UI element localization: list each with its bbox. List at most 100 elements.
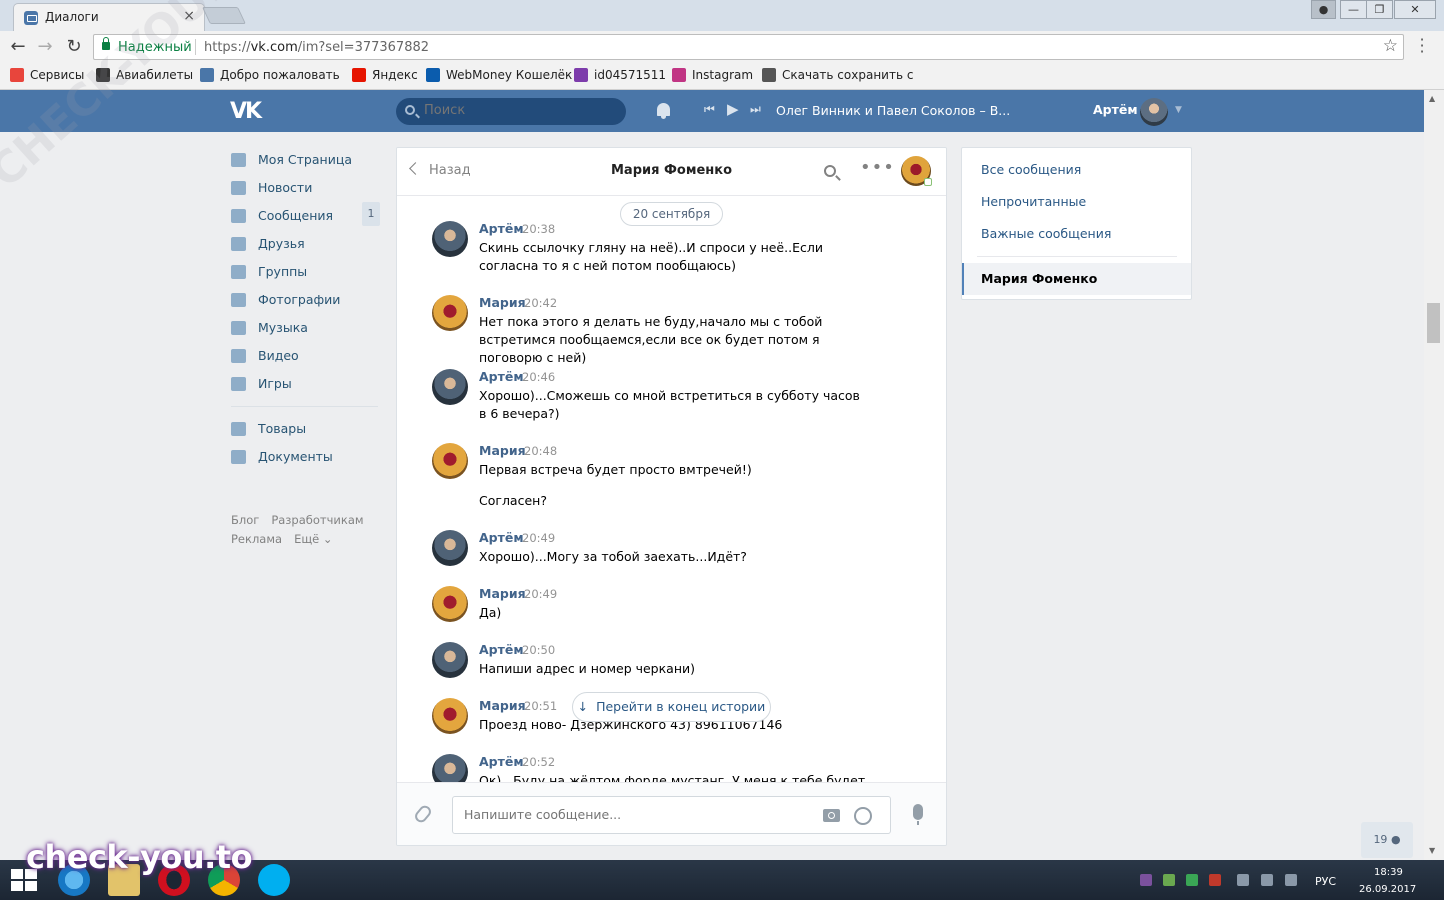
chrome-menu-icon[interactable]: · · · <box>1415 32 1429 60</box>
new-tab-button[interactable] <box>202 7 246 24</box>
sidebar-item[interactable]: Новости <box>231 178 383 206</box>
sidebar-item[interactable]: Игры <box>231 374 383 402</box>
tray-flag-icon[interactable] <box>1209 874 1221 886</box>
footer-link-ads[interactable]: Реклама <box>231 532 282 546</box>
sidebar-item[interactable]: Документы <box>231 447 383 475</box>
message-author[interactable]: Артём <box>479 369 524 384</box>
previous-track-icon[interactable]: ⏮ <box>704 102 715 117</box>
footer-link-developers[interactable]: Разработчикам <box>271 513 363 527</box>
message-author[interactable]: Артём <box>479 754 524 769</box>
bookmark-item[interactable]: WebMoney Кошелёк <box>426 68 572 82</box>
bookmark-item[interactable]: Добро пожаловать <box>200 68 340 82</box>
message-author[interactable]: Артём <box>479 642 524 657</box>
message-author[interactable]: Артём <box>479 221 524 236</box>
bookmark-item[interactable]: Instagram <box>672 68 753 82</box>
message-time[interactable]: 20:49 <box>522 531 555 545</box>
avatar[interactable] <box>432 586 468 622</box>
message-time[interactable]: 20:48 <box>524 444 557 458</box>
message-author[interactable]: Мария <box>479 586 526 601</box>
compose-field[interactable] <box>452 796 891 834</box>
forward-arrow-icon[interactable]: → <box>35 37 55 57</box>
search-input[interactable] <box>424 103 614 118</box>
footer-link-blog[interactable]: Блог <box>231 513 259 527</box>
tray-arrows-icon[interactable] <box>1237 874 1249 886</box>
avatar[interactable] <box>432 642 468 678</box>
page-scrollbar[interactable]: ▲ ▼ <box>1424 90 1444 860</box>
bookmark-item[interactable]: id04571511 <box>574 68 666 82</box>
filter-unread[interactable]: Непрочитанные <box>981 194 1086 209</box>
close-window-button[interactable]: ✕ <box>1394 0 1436 19</box>
footer-link-more[interactable]: Ещё ⌄ <box>294 532 332 546</box>
tab-close-icon[interactable]: × <box>183 8 195 24</box>
chevron-down-icon[interactable]: ▼ <box>1175 105 1182 115</box>
scroll-down-icon[interactable]: ▼ <box>1429 846 1435 855</box>
bookmark-star-icon[interactable]: ☆ <box>1383 36 1398 56</box>
message-time[interactable]: 20:46 <box>522 370 555 384</box>
message-author[interactable]: Мария <box>479 295 526 310</box>
avatar[interactable] <box>432 369 468 405</box>
minimize-button[interactable]: — <box>1340 0 1367 19</box>
sidebar-item[interactable]: Моя Страница <box>231 150 383 178</box>
online-friends-counter[interactable]: 19 ● <box>1361 822 1413 858</box>
avatar[interactable] <box>432 698 468 734</box>
message-time[interactable]: 20:52 <box>522 755 555 769</box>
avatar[interactable] <box>432 530 468 566</box>
viber-icon[interactable] <box>1140 874 1152 886</box>
address-bar[interactable]: Надежный https://vk.com/im?sel=377367882… <box>93 34 1404 60</box>
message-input[interactable] <box>464 807 804 822</box>
back-arrow-icon[interactable]: ← <box>8 37 28 57</box>
message-time[interactable]: 20:38 <box>522 222 555 236</box>
goto-end-button[interactable]: ↓ Перейти в конец истории <box>572 692 771 722</box>
avatar[interactable] <box>432 295 468 331</box>
current-track[interactable]: Олег Винник и Павел Соколов – В... <box>776 103 1010 118</box>
sidebar-item[interactable]: Видео <box>231 346 383 374</box>
clock-time[interactable]: 18:39 <box>1374 867 1403 878</box>
message-time[interactable]: 20:42 <box>524 296 557 310</box>
user-avatar[interactable] <box>1140 98 1168 126</box>
avatar[interactable] <box>432 443 468 479</box>
url-text[interactable]: https://vk.com/im?sel=377367882 <box>204 40 429 55</box>
more-options-icon[interactable]: ••• <box>860 157 895 178</box>
filter-important[interactable]: Важные сообщения <box>981 226 1111 241</box>
attach-clip-icon[interactable] <box>412 803 434 825</box>
tray-update-icon[interactable] <box>1186 874 1198 886</box>
clock-date[interactable]: 26.09.2017 <box>1359 884 1416 895</box>
sidebar-item[interactable]: Группы <box>231 262 383 290</box>
next-track-icon[interactable]: ⏭ <box>750 102 761 117</box>
bookmark-item[interactable]: Яндекс <box>352 68 418 82</box>
scroll-up-icon[interactable]: ▲ <box>1429 94 1435 103</box>
sidebar-item[interactable]: Сообщения 1 <box>231 202 383 234</box>
network-icon[interactable] <box>1261 874 1273 886</box>
vk-logo-icon[interactable]: VK <box>230 99 264 124</box>
emoji-smile-icon[interactable] <box>854 807 872 825</box>
filter-all-messages[interactable]: Все сообщения <box>981 162 1081 177</box>
avatar[interactable] <box>432 221 468 257</box>
maximize-button[interactable]: ❐ <box>1366 0 1393 19</box>
message-author[interactable]: Артём <box>479 530 524 545</box>
profile-icon[interactable]: ● <box>1311 0 1336 19</box>
message-time[interactable]: 20:51 <box>524 699 557 713</box>
message-author[interactable]: Мария <box>479 443 526 458</box>
volume-icon[interactable] <box>1285 874 1297 886</box>
bookmark-item[interactable]: Авиабилеты <box>96 68 193 82</box>
scroll-thumb[interactable] <box>1427 303 1440 343</box>
tab-dialogs[interactable]: Диалоги × <box>13 3 205 31</box>
microphone-icon[interactable] <box>913 804 923 825</box>
search-icon[interactable] <box>824 165 836 177</box>
user-name[interactable]: Артём <box>1093 102 1138 117</box>
bookmark-item[interactable]: Сервисы <box>10 68 84 82</box>
reload-icon[interactable]: ↻ <box>64 37 84 57</box>
avatar[interactable] <box>432 754 468 782</box>
bookmark-item[interactable]: Скачать сохранить с <box>762 68 913 82</box>
message-author[interactable]: Мария <box>479 698 526 713</box>
sidebar-item[interactable]: Фотографии <box>231 290 383 318</box>
sidebar-item[interactable]: Друзья <box>231 234 383 262</box>
sidebar-item[interactable]: Товары <box>231 419 383 447</box>
play-icon[interactable]: ▶ <box>727 100 739 118</box>
tray-leaf-icon[interactable] <box>1163 874 1175 886</box>
camera-icon[interactable] <box>823 809 840 822</box>
keyboard-language[interactable]: РУС <box>1315 875 1336 888</box>
search-box[interactable] <box>396 98 626 125</box>
message-time[interactable]: 20:50 <box>522 643 555 657</box>
notifications-bell-icon[interactable] <box>655 102 672 120</box>
